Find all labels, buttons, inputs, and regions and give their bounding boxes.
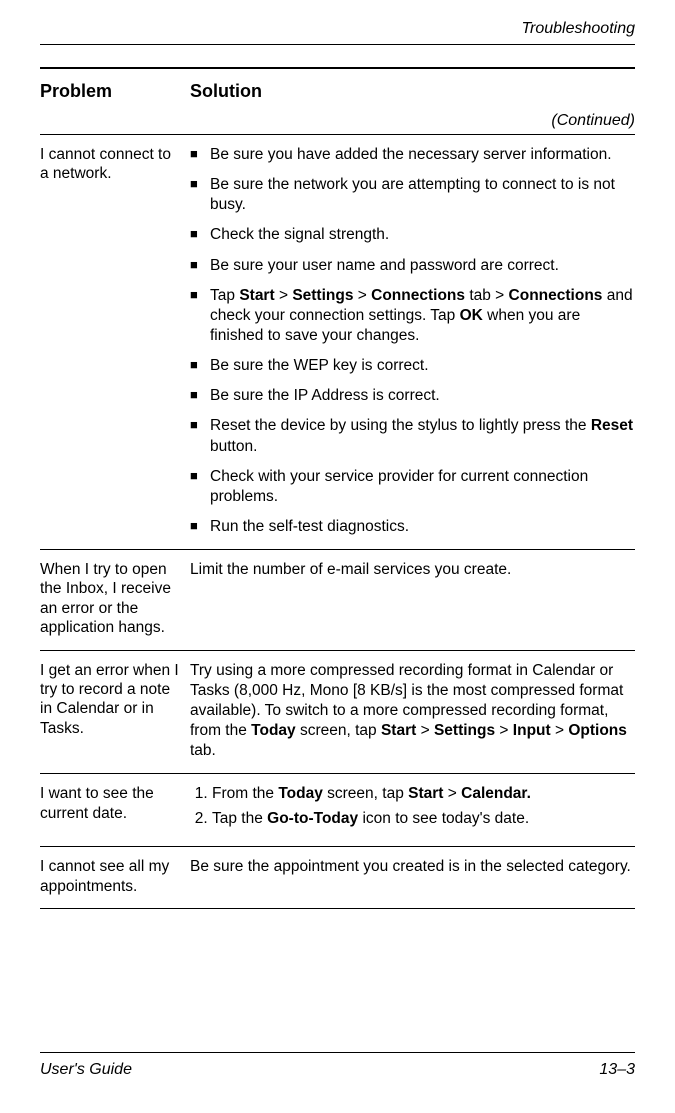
divider [40, 908, 635, 909]
solution-cell: Limit the number of e-mail services you … [190, 560, 635, 638]
bold-text: Reset [591, 417, 633, 434]
text: screen, tap [296, 722, 381, 739]
list-item: Reset the device by using the stylus to … [190, 416, 635, 456]
footer-rule [40, 1052, 635, 1053]
text: screen, tap [323, 785, 408, 802]
solution-cell: Try using a more compressed recording fo… [190, 661, 635, 762]
column-header-solution: Solution [190, 81, 635, 102]
running-header: Troubleshooting [40, 20, 635, 38]
list-item: Run the self-test diagnostics. [190, 517, 635, 537]
table-row: I get an error when I try to record a no… [40, 651, 635, 774]
problem-cell: I cannot see all my appointments. [40, 857, 190, 896]
problem-cell: I get an error when I try to record a no… [40, 661, 190, 762]
list-item: Be sure the WEP key is correct. [190, 356, 635, 376]
text: > [495, 722, 513, 739]
text: > [353, 287, 371, 304]
continued-label: (Continued) [40, 112, 635, 130]
table-row: I cannot connect to a network. Be sure y… [40, 135, 635, 549]
numbered-list: From the Today screen, tap Start > Calen… [190, 784, 635, 830]
bold-text: Options [568, 722, 627, 739]
problem-cell: I cannot connect to a network. [40, 145, 190, 537]
problem-cell: When I try to open the Inbox, I receive … [40, 560, 190, 638]
text: > [551, 722, 569, 739]
table-row: When I try to open the Inbox, I receive … [40, 550, 635, 650]
bold-text: Connections [509, 287, 603, 304]
list-item: Check with your service provider for cur… [190, 467, 635, 507]
table-row: I want to see the current date. From the… [40, 774, 635, 846]
bold-text: Today [251, 722, 296, 739]
solution-cell: Be sure you have added the necessary ser… [190, 145, 635, 537]
list-item: Tap Start > Settings > Connections tab >… [190, 286, 635, 346]
text: icon to see today's date. [358, 810, 529, 827]
text: button. [210, 438, 257, 455]
text: tab > [465, 287, 509, 304]
list-item: Tap the Go-to-Today icon to see today's … [212, 809, 635, 830]
bold-text: Today [278, 785, 323, 802]
footer: User's Guide 13–3 [40, 1052, 635, 1079]
table-row: I cannot see all my appointments. Be sur… [40, 847, 635, 908]
list-item: Be sure your user name and password are … [190, 256, 635, 276]
bold-text: Settings [292, 287, 353, 304]
list-item: Be sure the IP Address is correct. [190, 386, 635, 406]
footer-page-number: 13–3 [599, 1061, 635, 1079]
text: From the [212, 785, 278, 802]
header-rule [40, 44, 635, 45]
text: > [416, 722, 434, 739]
list-item: Check the signal strength. [190, 225, 635, 245]
bold-text: Go-to-Today [267, 810, 358, 827]
text: Tap [210, 287, 239, 304]
text: > [275, 287, 293, 304]
bold-text: Input [513, 722, 551, 739]
bold-text: Connections [371, 287, 465, 304]
bold-text: Start [408, 785, 443, 802]
text: > [443, 785, 461, 802]
bold-text: Settings [434, 722, 495, 739]
bold-text: Start [381, 722, 416, 739]
list-item: From the Today screen, tap Start > Calen… [212, 784, 635, 805]
footer-left: User's Guide [40, 1061, 132, 1079]
problem-cell: I want to see the current date. [40, 784, 190, 834]
solution-cell: Be sure the appointment you created is i… [190, 857, 635, 896]
bold-text: Calendar. [461, 785, 531, 802]
text: Tap the [212, 810, 267, 827]
bullet-list: Be sure you have added the necessary ser… [190, 145, 635, 537]
text: tab. [190, 742, 216, 759]
text: Reset the device by using the stylus to … [210, 417, 591, 434]
bold-text: Start [239, 287, 274, 304]
solution-cell: From the Today screen, tap Start > Calen… [190, 784, 635, 834]
list-item: Be sure the network you are attempting t… [190, 175, 635, 215]
table-header-row: Problem Solution [40, 67, 635, 112]
column-header-problem: Problem [40, 81, 190, 102]
list-item: Be sure you have added the necessary ser… [190, 145, 635, 165]
bold-text: OK [460, 307, 483, 324]
